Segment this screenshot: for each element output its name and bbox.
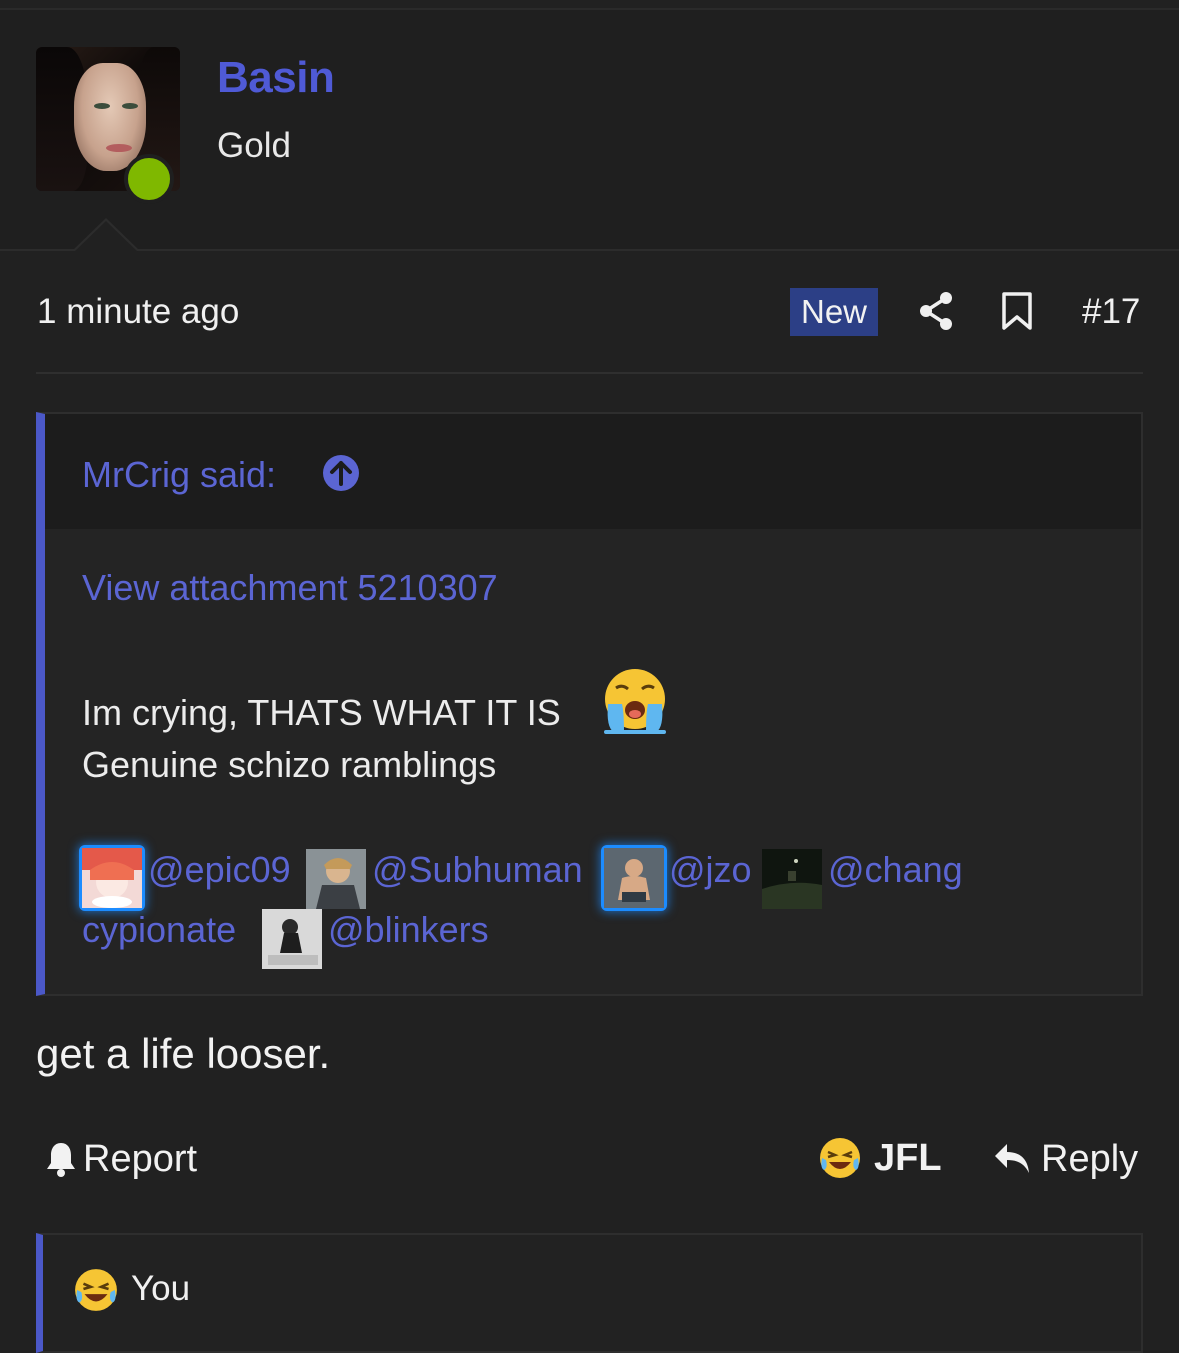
- user-header-divider: [0, 249, 1179, 251]
- arrow-up-circle-icon[interactable]: [322, 454, 360, 492]
- post-timestamp[interactable]: 1 minute ago: [37, 292, 239, 332]
- jfl-label: JFL: [874, 1136, 942, 1179]
- mention-avatar[interactable]: [262, 909, 322, 969]
- meta-divider: [36, 372, 1143, 374]
- view-attachment-link[interactable]: View attachment 5210307: [82, 567, 498, 609]
- quote-text-line: Im crying, THATS WHAT IT IS: [82, 692, 561, 733]
- post-body: get a life looser.: [36, 1030, 331, 1077]
- bookmark-icon[interactable]: [1001, 292, 1033, 330]
- mention-avatar[interactable]: [306, 849, 366, 909]
- mention-link[interactable]: @jzo: [669, 849, 752, 891]
- mention-row: cypionate @blinkers: [82, 909, 1132, 971]
- reactions-bar[interactable]: You: [36, 1233, 1143, 1353]
- reply-button[interactable]: Reply: [993, 1137, 1138, 1181]
- mention-link[interactable]: @epic09: [148, 849, 291, 891]
- report-label: Report: [83, 1137, 198, 1180]
- mention-link[interactable]: @chang: [828, 849, 963, 891]
- loudly-crying-face-icon: [604, 669, 666, 734]
- reply-label: Reply: [1041, 1137, 1139, 1180]
- post-number-link[interactable]: #17: [1082, 292, 1140, 332]
- bell-icon: [47, 1143, 75, 1177]
- tears-of-joy-face-icon: [820, 1138, 860, 1178]
- new-badge: New: [790, 288, 878, 336]
- reaction-user-link[interactable]: You: [131, 1269, 190, 1309]
- mention-avatar[interactable]: [762, 849, 822, 909]
- quote-text-line: Genuine schizo ramblings: [82, 744, 497, 785]
- jfl-reaction-button[interactable]: JFL: [818, 1133, 942, 1183]
- mention-link[interactable]: @blinkers: [328, 909, 489, 951]
- quote-author-link[interactable]: MrCrig said:: [82, 454, 276, 496]
- reply-arrow-icon: [995, 1144, 1029, 1173]
- mention-link[interactable]: cypionate: [82, 909, 236, 951]
- quote-header: MrCrig said:: [45, 414, 1141, 529]
- online-status-indicator: [124, 154, 174, 204]
- mention-avatar[interactable]: [604, 848, 664, 908]
- user-title: Gold: [217, 126, 291, 165]
- username-link[interactable]: Basin: [217, 53, 335, 103]
- mention-link[interactable]: @Subhuman: [372, 849, 583, 891]
- quote-block: MrCrig said: View attachment 5210307 Im …: [36, 412, 1143, 996]
- tears-of-joy-face-icon: [75, 1269, 117, 1311]
- report-button[interactable]: Report: [45, 1137, 197, 1181]
- share-icon[interactable]: [918, 291, 954, 331]
- mention-avatar[interactable]: [82, 848, 142, 908]
- mention-row: @epic09 @Subhuman @jzo @chang: [82, 848, 1132, 911]
